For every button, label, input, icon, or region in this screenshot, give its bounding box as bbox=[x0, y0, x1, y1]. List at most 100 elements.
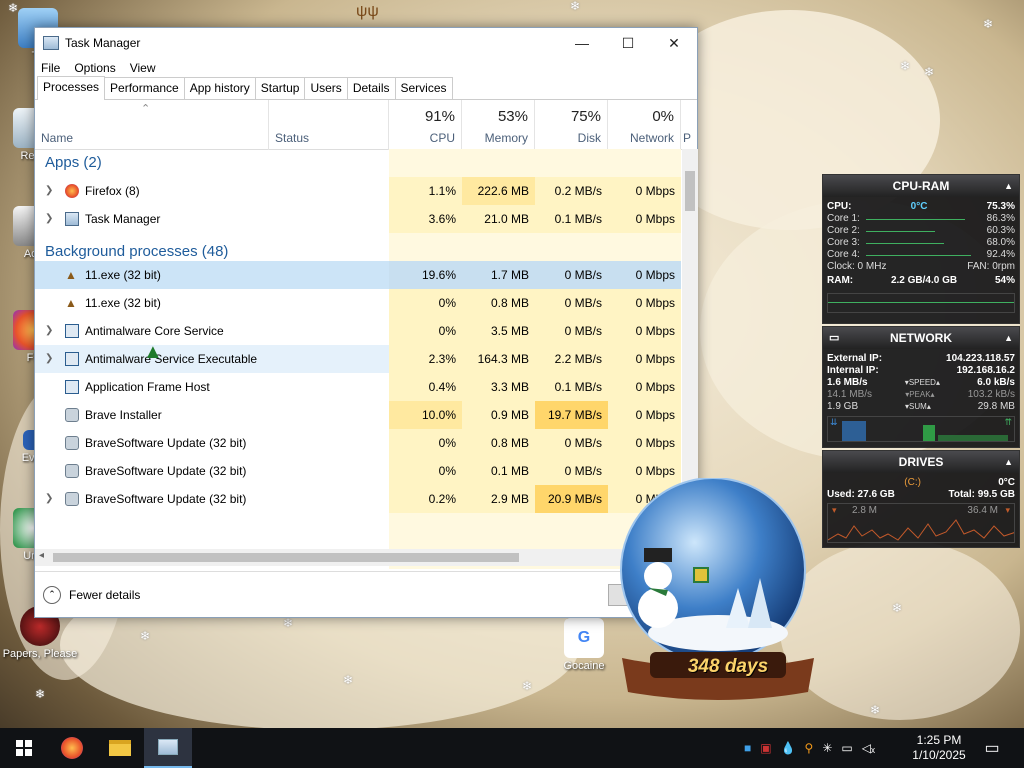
ram-label: RAM: bbox=[827, 275, 854, 286]
firefox-icon bbox=[61, 737, 83, 759]
table-row[interactable]: BraveSoftware Update (32 bit) 0% 0.8 MB … bbox=[35, 429, 681, 457]
collapse-icon[interactable]: ▲ bbox=[1004, 327, 1013, 349]
table-row[interactable]: ❯ BraveSoftware Update (32 bit) 0.2% 2.9… bbox=[35, 485, 681, 513]
taskbar-firefox[interactable] bbox=[48, 728, 96, 768]
tab-services[interactable]: Services bbox=[394, 77, 453, 99]
collapse-icon[interactable]: ▲ bbox=[1004, 451, 1013, 473]
tab-processes[interactable]: Processes bbox=[37, 76, 106, 100]
internal-ip-line: Internal IP: 192.168.16.2 bbox=[823, 365, 1019, 377]
expand-chevron-icon[interactable]: ❯ bbox=[45, 205, 53, 233]
desktop-icon-gocaine[interactable]: G Gocaine bbox=[556, 618, 612, 672]
disk-cell: 2.2 MB/s bbox=[535, 345, 608, 373]
snowflake-icon: ❄ bbox=[522, 679, 533, 693]
minimize-button[interactable]: — bbox=[559, 28, 605, 58]
installer-icon bbox=[65, 436, 79, 450]
snowflake-icon: ❄ bbox=[570, 0, 581, 13]
expand-chevron-icon[interactable]: ❯ bbox=[45, 177, 53, 205]
scroll-left-icon[interactable]: ◂ bbox=[39, 550, 44, 561]
column-disk[interactable]: 75% Disk bbox=[535, 100, 608, 150]
process-name: BraveSoftware Update (32 bit) bbox=[85, 464, 247, 478]
tray-app-icon[interactable]: ▣ bbox=[760, 741, 771, 755]
column-name[interactable]: ⌃ Name bbox=[35, 100, 269, 150]
table-row[interactable]: ▲ 11.exe (32 bit) 0% 0.8 MB 0 MB/s 0 Mbp… bbox=[35, 289, 681, 317]
sum-line: 1.9 GB ▾SUM▴ 29.8 MB bbox=[827, 401, 1015, 412]
scroll-thumb[interactable] bbox=[53, 553, 519, 562]
gadget-title: DRIVES ▲ bbox=[823, 451, 1019, 473]
upload-graph-bars bbox=[923, 425, 935, 441]
tray-drop-icon[interactable]: 💧 bbox=[781, 741, 796, 755]
memory-cell: 0.8 MB bbox=[462, 289, 535, 317]
expand-chevron-icon[interactable]: ❯ bbox=[45, 485, 53, 513]
tray-snowflake-icon[interactable]: ✳ bbox=[822, 741, 832, 755]
notification-icon[interactable]: ▭ bbox=[980, 728, 1004, 768]
column-power[interactable]: P bbox=[681, 100, 697, 150]
tab-app-history[interactable]: App history bbox=[183, 77, 256, 99]
tray-app-icon[interactable]: ■ bbox=[744, 741, 751, 755]
tab-startup[interactable]: Startup bbox=[254, 77, 306, 99]
taskbar: ■ ▣ 💧 ⚲ ✳ ▭ ◁ₓ 1:25 PM 1/10/2025 ▭ bbox=[0, 728, 1024, 768]
windows-logo-icon bbox=[16, 740, 32, 756]
core-value: 68.0% bbox=[986, 237, 1015, 248]
clock[interactable]: 1:25 PM 1/10/2025 bbox=[906, 728, 972, 768]
table-row[interactable]: Brave Installer 10.0% 0.9 MB 19.7 MB/s 0… bbox=[35, 401, 681, 429]
tray-search-icon[interactable]: ⚲ bbox=[805, 741, 814, 755]
cpu-label: CPU: bbox=[827, 201, 852, 212]
tab-users[interactable]: Users bbox=[304, 77, 348, 99]
volume-muted-icon[interactable]: ◁ₓ bbox=[862, 741, 875, 755]
table-row[interactable]: ❯ Antimalware Core Service 0% 3.5 MB 0 M… bbox=[35, 317, 681, 345]
title-bar[interactable]: Task Manager — ☐ ✕ bbox=[35, 28, 697, 58]
column-headers: ⌃ Name Status 91% CPU 53% Memory 75% Dis… bbox=[35, 100, 697, 150]
menu-options[interactable]: Options bbox=[74, 61, 115, 75]
disk-cell: 0.1 MB/s bbox=[535, 373, 608, 401]
network-icon[interactable]: ▭ bbox=[841, 741, 852, 755]
table-row[interactable]: Application Frame Host 0.4% 3.3 MB 0.1 M… bbox=[35, 373, 681, 401]
network-cell: 0 Mbps bbox=[608, 429, 681, 457]
menu-view[interactable]: View bbox=[130, 61, 156, 75]
process-name: Task Manager bbox=[85, 212, 161, 226]
memory-cell: 0.1 MB bbox=[462, 457, 535, 485]
taskbar-task-manager[interactable] bbox=[144, 728, 192, 768]
desktop-icon-label: Papers, Please bbox=[2, 648, 78, 660]
menu-file[interactable]: File bbox=[41, 61, 60, 75]
close-button[interactable]: ✕ bbox=[651, 28, 697, 58]
tab-performance[interactable]: Performance bbox=[104, 77, 185, 99]
drive-used: Used: 27.6 GB bbox=[827, 489, 895, 500]
chevron-up-icon[interactable]: ⌃ bbox=[43, 585, 61, 604]
table-row[interactable]: ❯ Antimalware Service Executable ▲ 2.3% … bbox=[35, 341, 681, 373]
column-status[interactable]: Status bbox=[269, 100, 389, 150]
upload-arrow-icon: ⇈ bbox=[1004, 417, 1012, 427]
ram-graph-line bbox=[828, 302, 1014, 303]
column-cpu[interactable]: 91% CPU bbox=[389, 100, 462, 150]
collapse-icon[interactable]: ▲ bbox=[1004, 175, 1013, 197]
cpu-cell: 2.3% bbox=[389, 345, 462, 373]
table-row[interactable]: ❯ Task Manager 3.6% 21.0 MB 0.1 MB/s 0 M… bbox=[35, 205, 681, 233]
process-name: 11.exe (32 bit) bbox=[85, 296, 161, 310]
service-icon bbox=[65, 380, 79, 394]
core-label: Core 3: bbox=[827, 237, 860, 248]
column-memory[interactable]: 53% Memory bbox=[462, 100, 535, 150]
start-button[interactable] bbox=[0, 728, 48, 768]
taskbar-file-explorer[interactable] bbox=[96, 728, 144, 768]
horizontal-scrollbar[interactable]: ◂ bbox=[35, 549, 682, 566]
table-row[interactable]: ▲ 11.exe (32 bit) 19.6% 1.7 MB 0 MB/s 0 … bbox=[35, 261, 681, 289]
installer-icon bbox=[65, 408, 79, 422]
column-network[interactable]: 0% Network bbox=[608, 100, 681, 150]
fewer-details-link[interactable]: Fewer details bbox=[69, 588, 140, 602]
tab-details[interactable]: Details bbox=[346, 77, 396, 99]
google-icon: G bbox=[564, 618, 604, 658]
column-cpu-label: CPU bbox=[429, 131, 455, 145]
peak-line: 14.1 MB/s ▾PEAK▴ 103.2 kB/s bbox=[827, 389, 1015, 400]
gadget-title: CPU-RAM ▲ bbox=[823, 175, 1019, 197]
core-value: 92.4% bbox=[986, 249, 1015, 260]
table-row[interactable]: BraveSoftware Update (32 bit) 0% 0.1 MB … bbox=[35, 457, 681, 485]
scroll-thumb[interactable] bbox=[685, 171, 695, 211]
maximize-button[interactable]: ☐ bbox=[605, 28, 651, 58]
expand-chevron-icon[interactable]: ❯ bbox=[45, 345, 53, 373]
expand-chevron-icon[interactable]: ❯ bbox=[45, 317, 53, 345]
christmas-tree-cursor-icon: ▲ bbox=[143, 341, 163, 363]
snowflake-icon: ❄ bbox=[35, 687, 46, 701]
clock-date: 1/10/2025 bbox=[912, 748, 966, 762]
table-row[interactable]: ❯ Firefox (8) 1.1% 222.6 MB 0.2 MB/s 0 M… bbox=[35, 177, 681, 205]
external-ip-label: External IP: bbox=[827, 353, 883, 364]
cpu-temp: 0°C bbox=[910, 201, 928, 212]
